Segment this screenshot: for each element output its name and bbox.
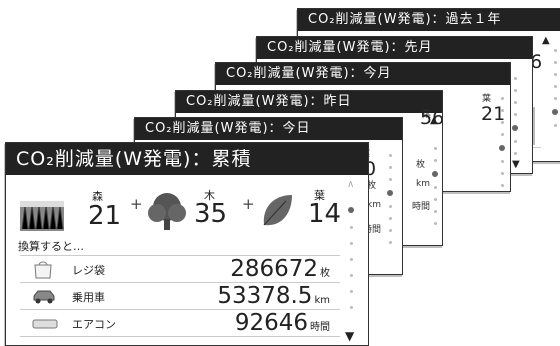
row-value: 92646 時間 (234, 310, 330, 336)
page-dots (552, 49, 558, 136)
card-title: CO₂削減量(W発電)：過去１年 (298, 9, 560, 31)
unit-km: km (367, 200, 381, 210)
unit-km: km (416, 179, 430, 189)
tree-icon (148, 193, 186, 230)
list-item: 乗用車 53378.5 km (20, 282, 340, 309)
forest-icon (20, 201, 64, 231)
row-name: エアコン (72, 318, 116, 331)
page-dots (432, 147, 438, 234)
plus-sign: + (242, 195, 255, 213)
row-value: 286672 枚 (230, 256, 330, 282)
leaf-icon (263, 195, 292, 226)
scroll-up-icon[interactable]: ∧ (347, 179, 354, 190)
scroll-down-icon[interactable]: ▼ (345, 329, 354, 343)
row-name: 乗用車 (72, 291, 105, 304)
row-value: 53378.5 km (217, 283, 330, 309)
unit-jikan: 時間 (412, 202, 431, 212)
leaf-group: 葉 14 (260, 183, 350, 233)
equivalent-label: 換算すると… (18, 240, 84, 253)
list-item: エアコン 92646 時間 (20, 309, 340, 337)
page-dots (348, 207, 354, 322)
tree-group: 木 35 (146, 183, 236, 233)
leaf-value: 14 (308, 199, 342, 229)
tree-value: 35 (194, 199, 228, 229)
forest-value: 21 (88, 201, 122, 231)
list-item: レジ袋 286672 枚 (20, 255, 340, 282)
card-title: CO₂削減量(W発電)：累積 (6, 143, 368, 175)
card-title: CO₂削減量(W発電)：先月 (257, 37, 532, 59)
forest-group: 森 21 (20, 183, 121, 233)
card-title: CO₂削減量(W発電)：今日 (135, 118, 402, 140)
scrollbar[interactable]: ∧ ▼ (344, 179, 358, 343)
scroll-up-icon[interactable]: ▲ (542, 35, 550, 46)
page-dots (499, 97, 505, 191)
unit-mai: 枚 (416, 160, 426, 170)
card-title: CO₂削減量(W発電)：今月 (216, 63, 510, 85)
car-icon (33, 290, 55, 304)
page-dots (387, 154, 393, 253)
card-title: CO₂削減量(W発電)：昨日 (176, 91, 442, 113)
frag-value: 56 (420, 107, 443, 129)
card-cumulative[interactable]: CO₂削減量(W発電)：累積 森 21 + 木 35 + 葉 14 換算すると…… (5, 142, 369, 346)
scroll-down-icon[interactable]: ▼ (512, 159, 520, 170)
bag-icon (34, 261, 52, 279)
aircon-icon (32, 319, 58, 329)
plus-sign: + (130, 195, 143, 213)
row-name: レジ袋 (72, 264, 105, 277)
